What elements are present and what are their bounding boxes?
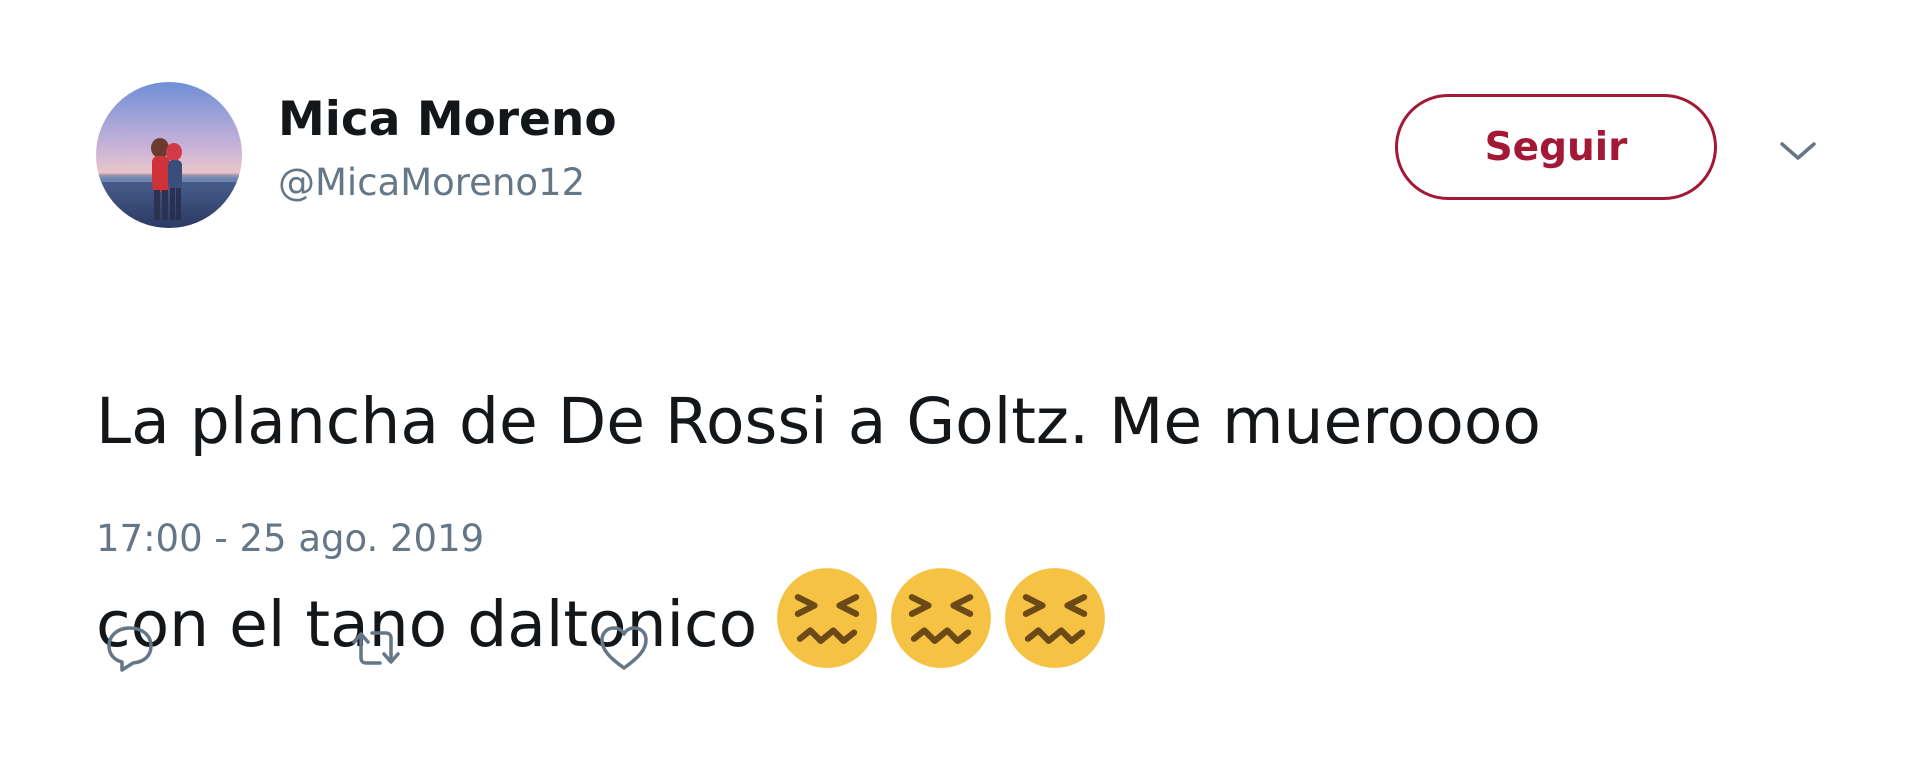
heart-icon[interactable] [596, 620, 652, 676]
follow-button[interactable]: Seguir [1395, 94, 1717, 200]
chevron-down-icon[interactable] [1776, 136, 1820, 166]
confounded-face-emoji-icon [777, 568, 878, 668]
reply-icon[interactable] [102, 620, 158, 676]
tweet-card: Mica Moreno @MicaMoreno12 Seguir La plan… [0, 0, 1920, 741]
retweet-icon[interactable] [348, 620, 404, 676]
author-avatar[interactable] [96, 82, 242, 228]
tweet-timestamp[interactable]: 17:00 - 25 ago. 2019 [96, 516, 484, 562]
avatar-photo-icon [96, 82, 242, 228]
emoji-group [757, 568, 1107, 668]
author-name[interactable]: Mica Moreno [278, 92, 617, 148]
confounded-face-emoji-icon [891, 568, 992, 668]
confounded-face-emoji-icon [1005, 568, 1106, 668]
author-handle[interactable]: @MicaMoreno12 [278, 160, 585, 206]
tweet-text-line-2-words: con el tano daltonico [96, 588, 758, 661]
tweet-text-line-1: La plancha de De Rossi a Goltz. Me muero… [96, 385, 1541, 458]
